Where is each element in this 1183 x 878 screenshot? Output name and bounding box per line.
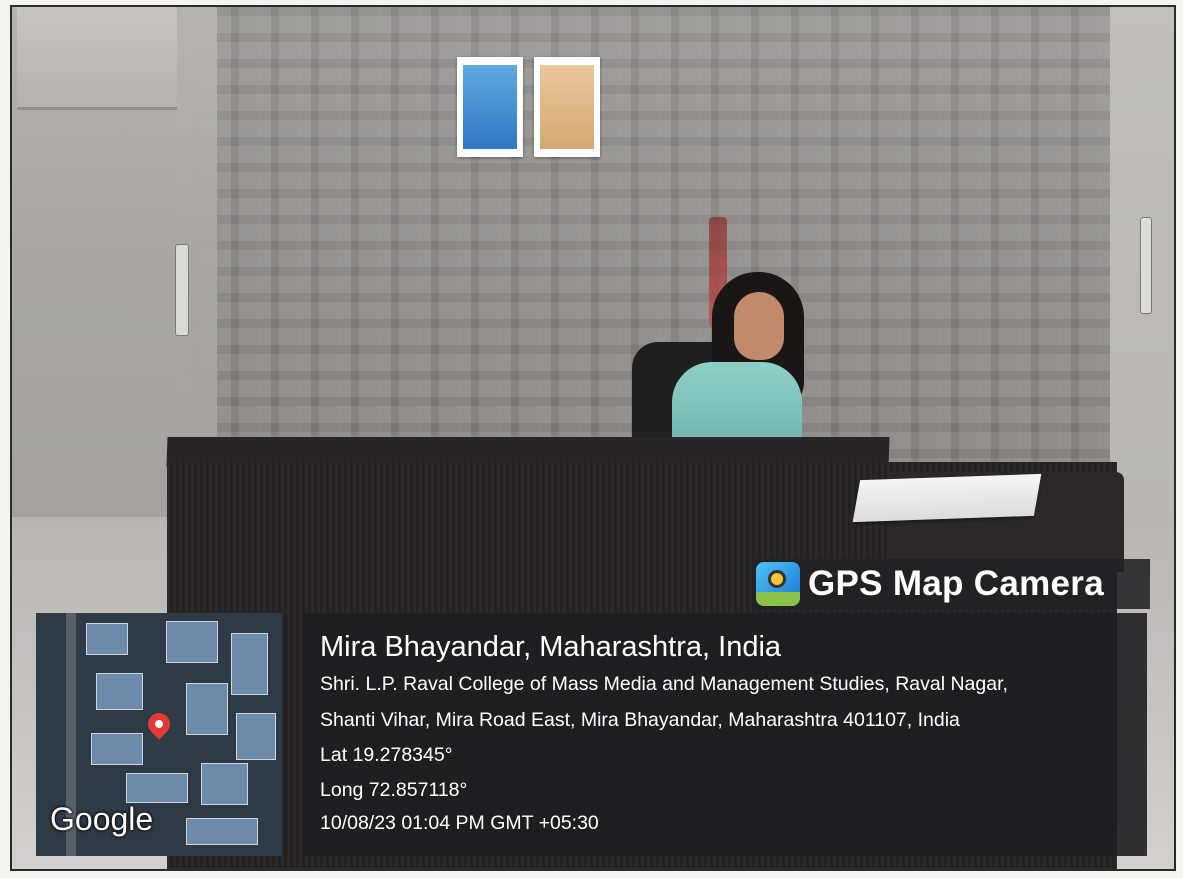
map-building — [86, 623, 128, 655]
person-face — [734, 292, 784, 360]
wall-frame-tan — [534, 57, 600, 157]
map-building — [186, 818, 258, 845]
door-handle-left — [175, 244, 189, 336]
map-building — [201, 763, 248, 805]
papers — [852, 473, 1042, 523]
map-building — [96, 673, 143, 710]
wall-frame-blue — [457, 57, 523, 157]
map-building — [126, 773, 188, 803]
shelf — [17, 7, 177, 110]
datetime: 10/08/23 01:04 PM GMT +05:30 — [320, 812, 599, 834]
longitude: Long 72.857118° — [320, 779, 468, 801]
location-title: Mira Bhayandar, Maharashtra, India — [320, 631, 782, 663]
map-building — [236, 713, 276, 760]
map-building — [231, 633, 268, 695]
app-brand-badge: GPS Map Camera — [754, 559, 1150, 609]
map-building — [91, 733, 143, 765]
gps-map-camera-icon — [756, 562, 800, 606]
latitude: Lat 19.278345° — [320, 744, 453, 766]
map-building — [166, 621, 218, 663]
address-line-1: Shri. L.P. Raval College of Mass Media a… — [320, 673, 1008, 695]
location-info-panel: Mira Bhayandar, Maharashtra, India Shri.… — [302, 613, 1147, 856]
door-handle-right — [1140, 217, 1152, 314]
map-pin-icon — [143, 708, 175, 740]
map-thumbnail: Google — [36, 613, 282, 856]
photo: GPS Map Camera Google Mira Bhayandar, Ma… — [10, 5, 1176, 871]
google-logo: Google — [50, 801, 154, 837]
map-building — [186, 683, 228, 735]
address-line-2: Shanti Vihar, Mira Road East, Mira Bhaya… — [320, 709, 960, 731]
app-name: GPS Map Camera — [808, 564, 1104, 603]
